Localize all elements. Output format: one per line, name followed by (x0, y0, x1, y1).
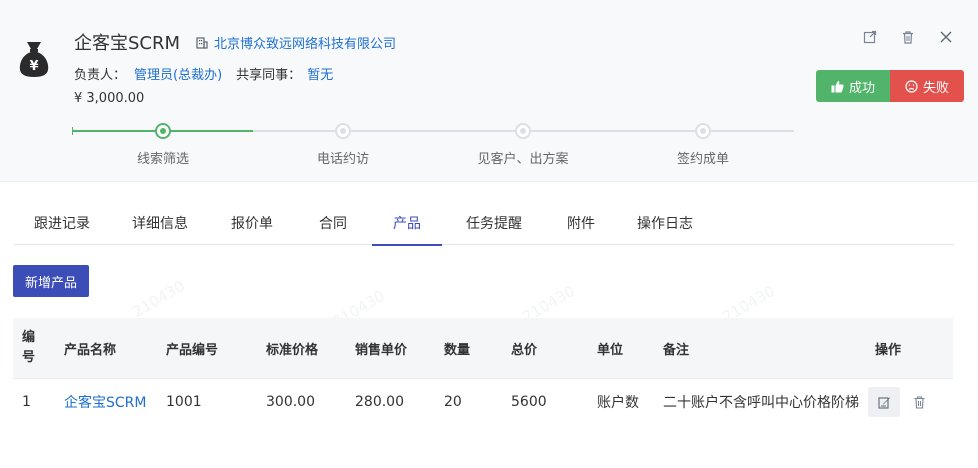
sales-stage-stepper: 线索筛选 电话约访 见客户、出方案 签约成单 (72, 122, 794, 172)
column-header: 操作 (875, 342, 902, 358)
stage-dot-1[interactable] (155, 123, 171, 139)
tab-follow-up[interactable]: 跟进记录 (14, 201, 110, 245)
trash-icon (914, 396, 924, 409)
sad-face-icon (905, 79, 918, 93)
trash-icon[interactable] (900, 29, 916, 45)
tab-quote[interactable]: 报价单 (210, 201, 294, 245)
add-product-button[interactable]: 新增产品 (13, 265, 89, 297)
detail-tabs: 跟进记录 详细信息 报价单 合同 产品 任务提醒 附件 操作日志 (14, 201, 954, 246)
close-icon[interactable] (938, 29, 954, 45)
tab-contract[interactable]: 合同 (294, 201, 372, 245)
column-header: 编号 (22, 330, 36, 365)
shared-label: 共享同事： (236, 68, 302, 83)
success-label: 成功 (848, 79, 875, 95)
row-actions (866, 387, 953, 417)
column-header: 产品编号 (166, 342, 219, 358)
stage-dot-4[interactable] (695, 123, 711, 139)
tab-operation-log[interactable]: 操作日志 (616, 201, 714, 245)
shared-link[interactable]: 暂无 (307, 64, 333, 83)
edit-icon (877, 396, 890, 409)
header-actions (862, 29, 954, 45)
deal-amount: ¥ 3,000.00 (74, 91, 145, 106)
owner-line: 负责人： 管理员(总裁办) 共享同事： 暂无 (74, 64, 333, 83)
company-link[interactable]: 北京博众致远网络科技有限公司 (196, 33, 396, 52)
stage-dot-3[interactable] (515, 123, 531, 139)
product-name-link[interactable]: 企客宝SCRM (55, 392, 157, 412)
success-button[interactable]: 成功 (816, 70, 890, 102)
table-row: 1 企客宝SCRM 1001 300.00 280.00 20 5600 账户数… (13, 379, 953, 425)
tab-products[interactable]: 产品 (372, 201, 442, 246)
table-header: 编号 产品名称 产品编号 标准价格 销售单价 数量 总价 单位 备注 操作 (13, 318, 953, 379)
stage-label-4[interactable]: 签约成单 (643, 148, 763, 167)
thumbs-up-icon (831, 80, 844, 92)
tab-details[interactable]: 详细信息 (110, 201, 210, 245)
quantity: 20 (444, 394, 462, 410)
tab-task-reminder[interactable]: 任务提醒 (442, 201, 546, 245)
stage-label-3[interactable]: 见客户、出方案 (463, 148, 583, 167)
stage-track-start (72, 127, 73, 135)
standard-price: 300.00 (266, 394, 315, 410)
delete-button[interactable] (910, 393, 928, 411)
product-code: 1001 (166, 394, 202, 410)
stage-label-1[interactable]: 线索筛选 (103, 148, 223, 167)
company-name: 北京博众致远网络科技有限公司 (214, 37, 397, 52)
column-header: 总价 (511, 342, 538, 358)
column-header: 单位 (597, 342, 624, 358)
opportunity-header: ¥ 企客宝SCRM 北京博众致远网络科技有限公司 负责人： 管理员(总裁办) 共… (0, 0, 978, 182)
unit: 账户数 (597, 395, 639, 411)
stage-label-2[interactable]: 电话约访 (283, 148, 403, 167)
svg-text:¥: ¥ (29, 59, 38, 74)
tab-attachments[interactable]: 附件 (546, 201, 616, 245)
product-table: 编号 产品名称 产品编号 标准价格 销售单价 数量 总价 单位 备注 操作 1 … (13, 318, 953, 425)
fail-button[interactable]: 失败 (890, 70, 964, 102)
stage-dot-2[interactable] (335, 123, 351, 139)
money-bag-icon: ¥ (19, 42, 49, 77)
owner-link[interactable]: 管理员(总裁办) (134, 64, 222, 83)
column-header: 标准价格 (266, 342, 319, 358)
column-header: 销售单价 (355, 342, 408, 358)
building-icon (196, 36, 208, 49)
column-header: 备注 (663, 342, 690, 358)
total-price: 5600 (511, 394, 547, 410)
row-index: 1 (22, 394, 31, 410)
watermark-text: 210430 (129, 276, 188, 322)
fail-label: 失败 (922, 79, 949, 95)
edit-button[interactable] (868, 387, 900, 417)
page-title: 企客宝SCRM (74, 33, 181, 54)
owner-label: 负责人： (74, 68, 127, 83)
column-header: 产品名称 (64, 342, 117, 358)
share-icon[interactable] (862, 29, 878, 45)
column-header: 数量 (444, 342, 471, 358)
note: 二十账户不含呼叫中心价格阶梯 (663, 395, 859, 411)
sale-price: 280.00 (355, 394, 404, 410)
result-buttons: 成功 失败 (816, 70, 964, 102)
